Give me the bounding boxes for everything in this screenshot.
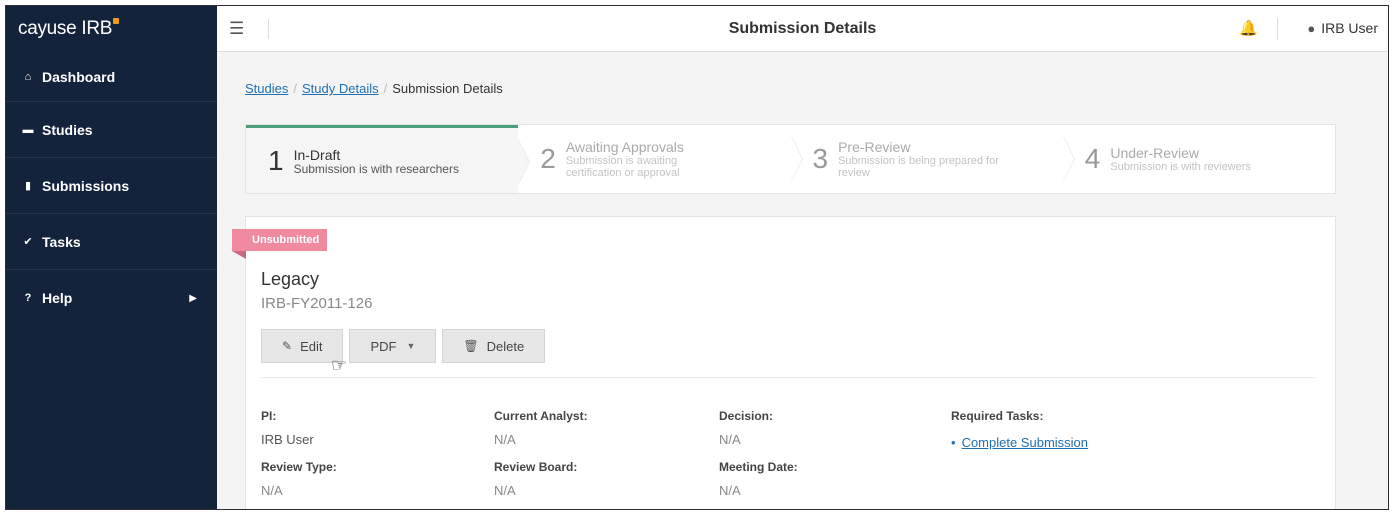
sidebar-item-dashboard[interactable]: ⌂ Dashboard	[6, 52, 217, 102]
top-bar: ☰ Submission Details 🔔 ● IRB User	[217, 6, 1388, 52]
field-label: Current Analyst:	[494, 409, 588, 423]
step-title: Awaiting Approvals	[565, 139, 684, 155]
bell-icon[interactable]: 🔔	[1239, 19, 1258, 37]
study-title: Legacy	[261, 269, 320, 289]
menu-toggle-icon[interactable]: ☰	[229, 19, 269, 39]
trash-icon: 🗑	[463, 339, 479, 353]
field-label: PI:	[261, 409, 277, 423]
task-link-complete-submission[interactable]: Complete Submission	[962, 435, 1088, 450]
step-number: 4	[1084, 143, 1101, 174]
breadcrumb-study-details-link[interactable]: Study Details	[302, 81, 379, 96]
sidebar-item-help[interactable]: ? Help ▶	[6, 270, 217, 326]
field-value: N/A	[261, 483, 283, 498]
sidebar-item-label: Submissions	[42, 177, 130, 194]
sidebar-item-label: Studies	[42, 121, 93, 138]
delete-button-label: Delete	[486, 338, 525, 354]
field-current-analyst: Current Analyst: N/A	[494, 409, 694, 447]
field-label: Meeting Date:	[719, 460, 798, 474]
field-value: N/A	[719, 483, 741, 498]
brand-name: cayuse IRB	[18, 18, 113, 39]
folder-icon: ▬	[22, 123, 34, 136]
step-number: 1	[268, 144, 284, 176]
field-value: N/A	[494, 432, 516, 447]
bullet-icon: •	[951, 435, 956, 450]
field-review-type: Review Type: N/A	[261, 460, 461, 498]
step-awaiting-approvals: 2 Awaiting Approvals Submission is await…	[518, 125, 803, 193]
step-arrow-fill	[518, 139, 530, 185]
breadcrumb-studies-link[interactable]: Studies	[245, 81, 288, 96]
field-required-tasks: Required Tasks: • Complete Submission	[951, 409, 1151, 450]
sidebar: cayuse IRB ⌂ Dashboard ▬ Studies ▮ Submi…	[6, 6, 217, 509]
field-value: IRB User	[261, 432, 314, 447]
step-in-draft: 1 In-Draft Submission is with researcher…	[246, 125, 531, 193]
brand-logo[interactable]: cayuse IRB	[6, 6, 217, 52]
user-icon: ●	[1307, 21, 1316, 36]
study-id: IRB-FY2011-126	[261, 295, 373, 312]
edit-button-label: Edit	[300, 338, 323, 354]
field-review-board: Review Board: N/A	[494, 460, 694, 498]
caret-down-icon: ▼	[406, 341, 416, 351]
pdf-button-label: PDF	[370, 338, 397, 354]
sidebar-item-submissions[interactable]: ▮ Submissions	[6, 158, 217, 214]
field-label: Decision:	[719, 409, 774, 423]
breadcrumb-current: Submission Details	[392, 81, 503, 96]
step-number: 3	[812, 143, 829, 174]
edit-button[interactable]: ✎ Edit	[261, 329, 344, 363]
sidebar-item-label: Help	[42, 290, 73, 306]
delete-button[interactable]: 🗑 Delete	[442, 329, 546, 363]
pencil-icon: ✎	[282, 339, 293, 353]
step-title: Pre-Review	[838, 139, 911, 155]
ribbon-fold	[232, 251, 246, 259]
status-stepper: 1 In-Draft Submission is with researcher…	[245, 124, 1336, 194]
action-buttons: ✎ Edit PDF ▼ 🗑 Delete	[261, 329, 551, 363]
check-icon: ✔	[23, 236, 33, 248]
field-value: N/A	[494, 483, 516, 498]
field-pi: PI: IRB User	[261, 409, 461, 447]
main-content: Studies / Study Details / Submission Details…	[217, 52, 1388, 509]
field-decision: Decision: N/A	[719, 409, 919, 447]
step-pre-review: 3 Pre-Review Submission is being prepare…	[791, 125, 1075, 193]
step-subtitle: Submission is with reviewers	[1110, 161, 1251, 173]
breadcrumb-separator: /	[293, 81, 297, 96]
question-icon: ?	[24, 292, 32, 304]
breadcrumb: Studies / Study Details / Submission Details	[245, 81, 503, 96]
step-subtitle: Submission is with researchers	[293, 161, 459, 176]
step-number: 2	[540, 143, 556, 174]
home-icon: ⌂	[24, 70, 32, 83]
step-title: In-Draft	[293, 146, 341, 163]
submission-card: Unsubmitted Legacy IRB-FY2011-126 ✎ Edit …	[232, 216, 1336, 509]
user-menu[interactable]: ● IRB User	[1307, 20, 1378, 36]
pdf-dropdown-button[interactable]: PDF ▼	[349, 329, 437, 363]
file-icon: ▮	[24, 180, 32, 192]
divider	[261, 377, 1315, 378]
field-value: N/A	[719, 432, 741, 447]
sidebar-item-tasks[interactable]: ✔ Tasks	[6, 214, 217, 270]
divider	[1277, 18, 1278, 40]
breadcrumb-separator: /	[383, 81, 388, 96]
page-title: Submission Details	[728, 20, 877, 37]
step-subtitle: Submission is awaiting certification or …	[565, 155, 680, 179]
field-label: Review Type:	[261, 460, 337, 474]
field-meeting-date: Meeting Date: N/A	[719, 460, 919, 498]
user-name: IRB User	[1321, 20, 1378, 36]
brand-dot-icon	[113, 18, 120, 24]
step-arrow-fill	[1062, 136, 1074, 182]
step-under-review: 4 Under-Review Submission is with review…	[1063, 125, 1335, 193]
sidebar-item-studies[interactable]: ▬ Studies	[6, 102, 217, 158]
app-window: cayuse IRB ⌂ Dashboard ▬ Studies ▮ Submi…	[5, 5, 1389, 510]
chevron-right-icon: ▶	[189, 292, 197, 304]
step-title: Under-Review	[1110, 145, 1200, 161]
step-arrow-fill	[790, 136, 802, 182]
status-badge: Unsubmitted	[232, 229, 328, 251]
field-label: Required Tasks:	[951, 409, 1044, 423]
sidebar-item-label: Tasks	[42, 233, 81, 250]
sidebar-item-label: Dashboard	[42, 68, 116, 85]
field-label: Review Board:	[494, 460, 578, 474]
list-item: • Complete Submission	[951, 435, 1151, 450]
step-subtitle: Submission is being prepared for review	[838, 155, 999, 179]
